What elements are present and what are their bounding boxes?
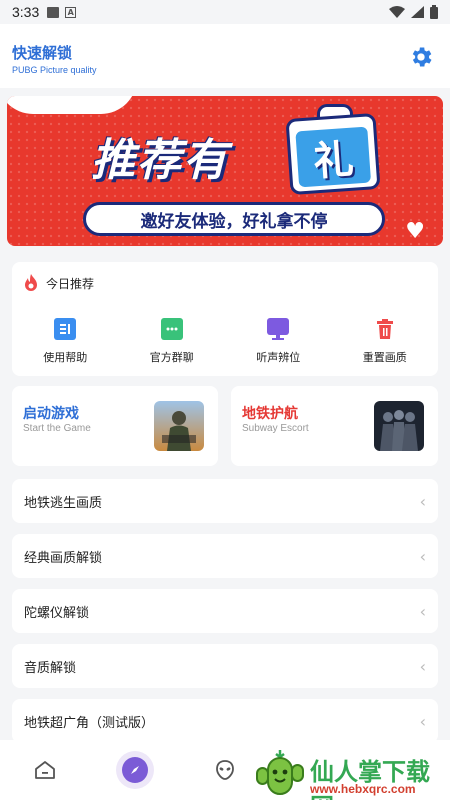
quick-item-reset-quality[interactable]: 重置画质 (332, 318, 439, 365)
signal-icon (411, 6, 424, 18)
quick-item-label: 重置画质 (362, 351, 407, 364)
banner-headline: 推荐有 (91, 135, 229, 186)
menu-row-label: 地铁逃生画质 (24, 495, 103, 511)
menu-row-classic-quality[interactable]: 经典画质解锁 ‹ (12, 534, 438, 578)
game-card-title: 地铁护航 (242, 406, 298, 422)
menu-row-subway-quality[interactable]: 地铁逃生画质 ‹ (12, 479, 438, 523)
watermark-url: www.hebxqrc.com (310, 782, 416, 796)
menu-row-label: 音质解锁 (24, 660, 77, 676)
wifi-icon (389, 6, 405, 18)
heart-icon: ♥ (405, 219, 425, 244)
battery-icon (430, 5, 438, 19)
monitor-icon (267, 318, 290, 340)
today-recommend-card: 今日推荐 使用帮助 官方群聊 听声辨位 重置画质 (12, 262, 438, 376)
chevron-left-icon: ‹ (419, 711, 426, 731)
quick-item-group-chat[interactable]: 官方群聊 (119, 318, 226, 365)
status-time: 3:33 (12, 4, 40, 20)
page-title: 快速解锁 (12, 44, 73, 62)
chevron-left-icon: ‹ (419, 656, 426, 676)
game-card-subtitle: Start the Game (23, 423, 91, 434)
promo-banner[interactable]: 推荐有 礼 邀好友体验，好礼拿不停 ♥ (7, 96, 443, 246)
chevron-left-icon: ‹ (419, 546, 426, 566)
trash-icon (374, 318, 396, 340)
help-doc-icon (54, 318, 77, 340)
app-header: 快速解锁 PUBG Picture quality (0, 24, 450, 88)
quick-item-label: 使用帮助 (43, 351, 88, 364)
cactus-logo-icon (256, 750, 304, 795)
menu-row-label: 经典画质解锁 (24, 550, 103, 566)
a-letter-icon: A (65, 6, 77, 18)
pubg-thumbnail (154, 401, 204, 451)
quick-item-label: 官方群聊 (149, 351, 194, 364)
game-card-title: 启动游戏 (23, 406, 79, 422)
menu-row-label: 陀螺仪解锁 (24, 605, 90, 621)
chevron-left-icon: ‹ (419, 601, 426, 621)
banner-caption: 邀好友体验，好礼拿不停 (83, 202, 385, 236)
menu-row-subway-wide-angle[interactable]: 地铁超广角（测试版） ‹ (12, 699, 438, 743)
nav-discover[interactable] (90, 740, 180, 800)
menu-row-audio-quality[interactable]: 音质解锁 ‹ (12, 644, 438, 688)
nav-home[interactable] (0, 740, 90, 800)
menu-row-gyroscope[interactable]: 陀螺仪解锁 ‹ (12, 589, 438, 633)
start-game-card[interactable]: 启动游戏 Start the Game (12, 386, 218, 466)
chevron-left-icon: ‹ (419, 491, 426, 511)
chat-icon (160, 318, 183, 340)
gift-box-icon: 礼 (285, 112, 381, 196)
subway-thumbnail (374, 401, 424, 451)
status-bar: 3:33 A (0, 0, 450, 24)
game-card-subtitle: Subway Escort (242, 423, 309, 434)
flame-icon (25, 274, 37, 291)
quick-item-help[interactable]: 使用帮助 (12, 318, 119, 365)
watermark: 仙人掌下载网 www.hebxqrc.com (248, 742, 450, 800)
subway-escort-card[interactable]: 地铁护航 Subway Escort (231, 386, 438, 466)
banner-gift-char: 礼 (295, 126, 372, 188)
compass-icon (131, 766, 139, 774)
image-icon (47, 6, 60, 18)
quick-item-label: 听声辨位 (256, 351, 301, 364)
page-subtitle: PUBG Picture quality (12, 65, 97, 75)
home-icon (35, 761, 55, 779)
section-title: 今日推荐 (46, 276, 95, 291)
alien-icon (216, 760, 234, 780)
quick-item-sound-locate[interactable]: 听声辨位 (225, 318, 332, 365)
gear-icon[interactable] (408, 44, 434, 70)
menu-row-label: 地铁超广角（测试版） (24, 715, 155, 731)
